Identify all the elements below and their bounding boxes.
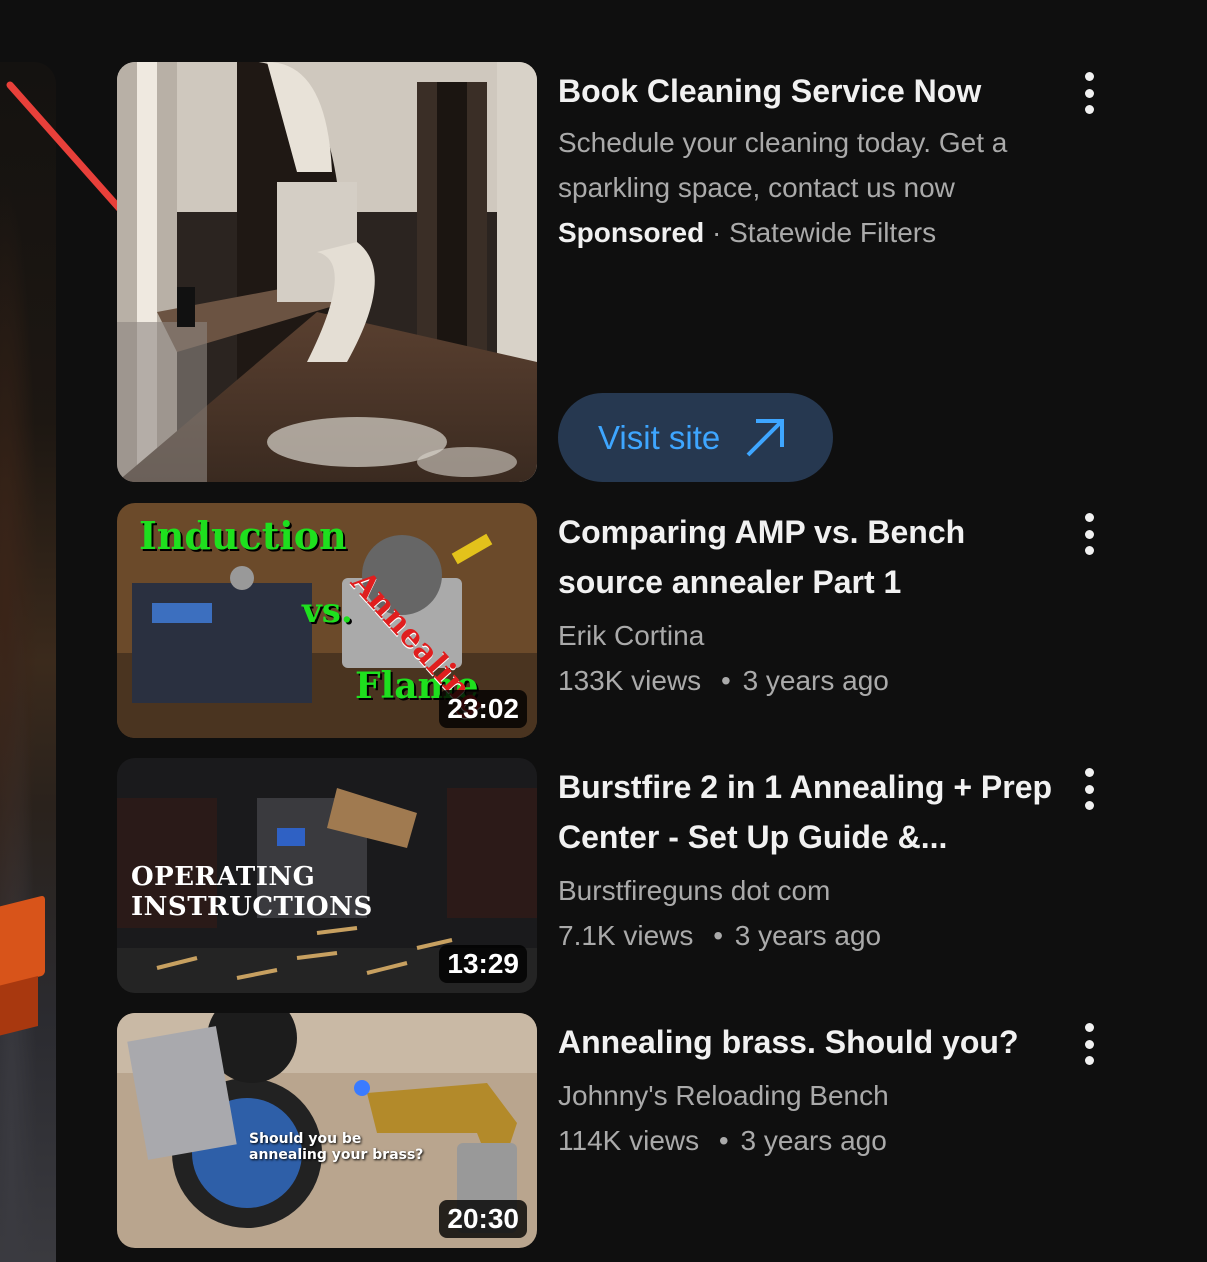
- channel-name[interactable]: Johnny's Reloading Bench: [558, 1073, 1078, 1118]
- video-stats: 7.1K views • 3 years ago: [558, 913, 1078, 958]
- view-count: 7.1K views: [558, 920, 694, 951]
- video-stats: 133K views • 3 years ago: [558, 658, 1078, 703]
- separator-dot: •: [713, 920, 723, 951]
- video-thumbnail[interactable]: Induction vs. Flame Annealing 23:02: [117, 503, 537, 738]
- separator-dot: ·: [712, 217, 722, 248]
- sponsored-label: Sponsored: [558, 217, 705, 248]
- external-arrow-icon: [746, 418, 785, 456]
- more-actions-icon[interactable]: [1083, 72, 1095, 114]
- video-thumbnail[interactable]: Should you be annealing your brass? 20:3…: [117, 1013, 537, 1248]
- thumb-text-vs: vs.: [302, 591, 353, 631]
- ad-sponsor-line: Sponsored · Statewide Filters: [558, 210, 1078, 255]
- upload-age: 3 years ago: [740, 1125, 887, 1156]
- channel-name[interactable]: Burstfireguns dot com: [558, 868, 1078, 913]
- thumb-text-question: Should you be annealing your brass?: [249, 1131, 424, 1163]
- duration-badge: 13:29: [439, 945, 527, 983]
- video-title[interactable]: Burstfire 2 in 1 Annealing + Prep Center…: [558, 762, 1078, 862]
- ad-thumbnail-image: [117, 62, 537, 482]
- more-actions-icon[interactable]: [1083, 513, 1095, 555]
- video-thumbnail[interactable]: OPERATING INSTRUCTIONS 13:29: [117, 758, 537, 993]
- video-title[interactable]: Annealing brass. Should you?: [558, 1017, 1078, 1067]
- video-meta: Annealing brass. Should you? Johnny's Re…: [558, 1017, 1078, 1163]
- separator-dot: •: [720, 665, 731, 696]
- more-actions-icon[interactable]: [1083, 768, 1095, 810]
- view-count: 133K views: [558, 665, 702, 696]
- visit-site-button[interactable]: Visit site: [558, 393, 833, 482]
- more-actions-icon[interactable]: [1083, 1023, 1095, 1065]
- ad-meta: Book Cleaning Service Now Schedule your …: [558, 66, 1078, 255]
- visit-site-label: Visit site: [598, 418, 721, 456]
- duration-badge: 20:30: [439, 1200, 527, 1238]
- ad-description: Schedule your cleaning today. Get a spar…: [558, 127, 1008, 203]
- channel-name[interactable]: Erik Cortina: [558, 613, 1078, 658]
- thumb-text-induction: Induction: [139, 513, 347, 558]
- video-meta: Comparing AMP vs. Bench source annealer …: [558, 507, 1078, 703]
- ad-title[interactable]: Book Cleaning Service Now: [558, 66, 1078, 116]
- video-title[interactable]: Comparing AMP vs. Bench source annealer …: [558, 507, 1078, 607]
- thumb-text-operating: OPERATING INSTRUCTIONS: [131, 862, 373, 922]
- advertiser-name[interactable]: Statewide Filters: [729, 217, 936, 248]
- view-count: 114K views: [558, 1125, 700, 1156]
- duration-badge: 23:02: [439, 690, 527, 728]
- separator-dot: •: [718, 1125, 729, 1156]
- upload-age: 3 years ago: [734, 920, 882, 951]
- upload-age: 3 years ago: [742, 665, 889, 696]
- video-stats: 114K views • 3 years ago: [558, 1118, 1078, 1163]
- video-meta: Burstfire 2 in 1 Annealing + Prep Center…: [558, 762, 1078, 958]
- ad-thumbnail[interactable]: [117, 62, 537, 482]
